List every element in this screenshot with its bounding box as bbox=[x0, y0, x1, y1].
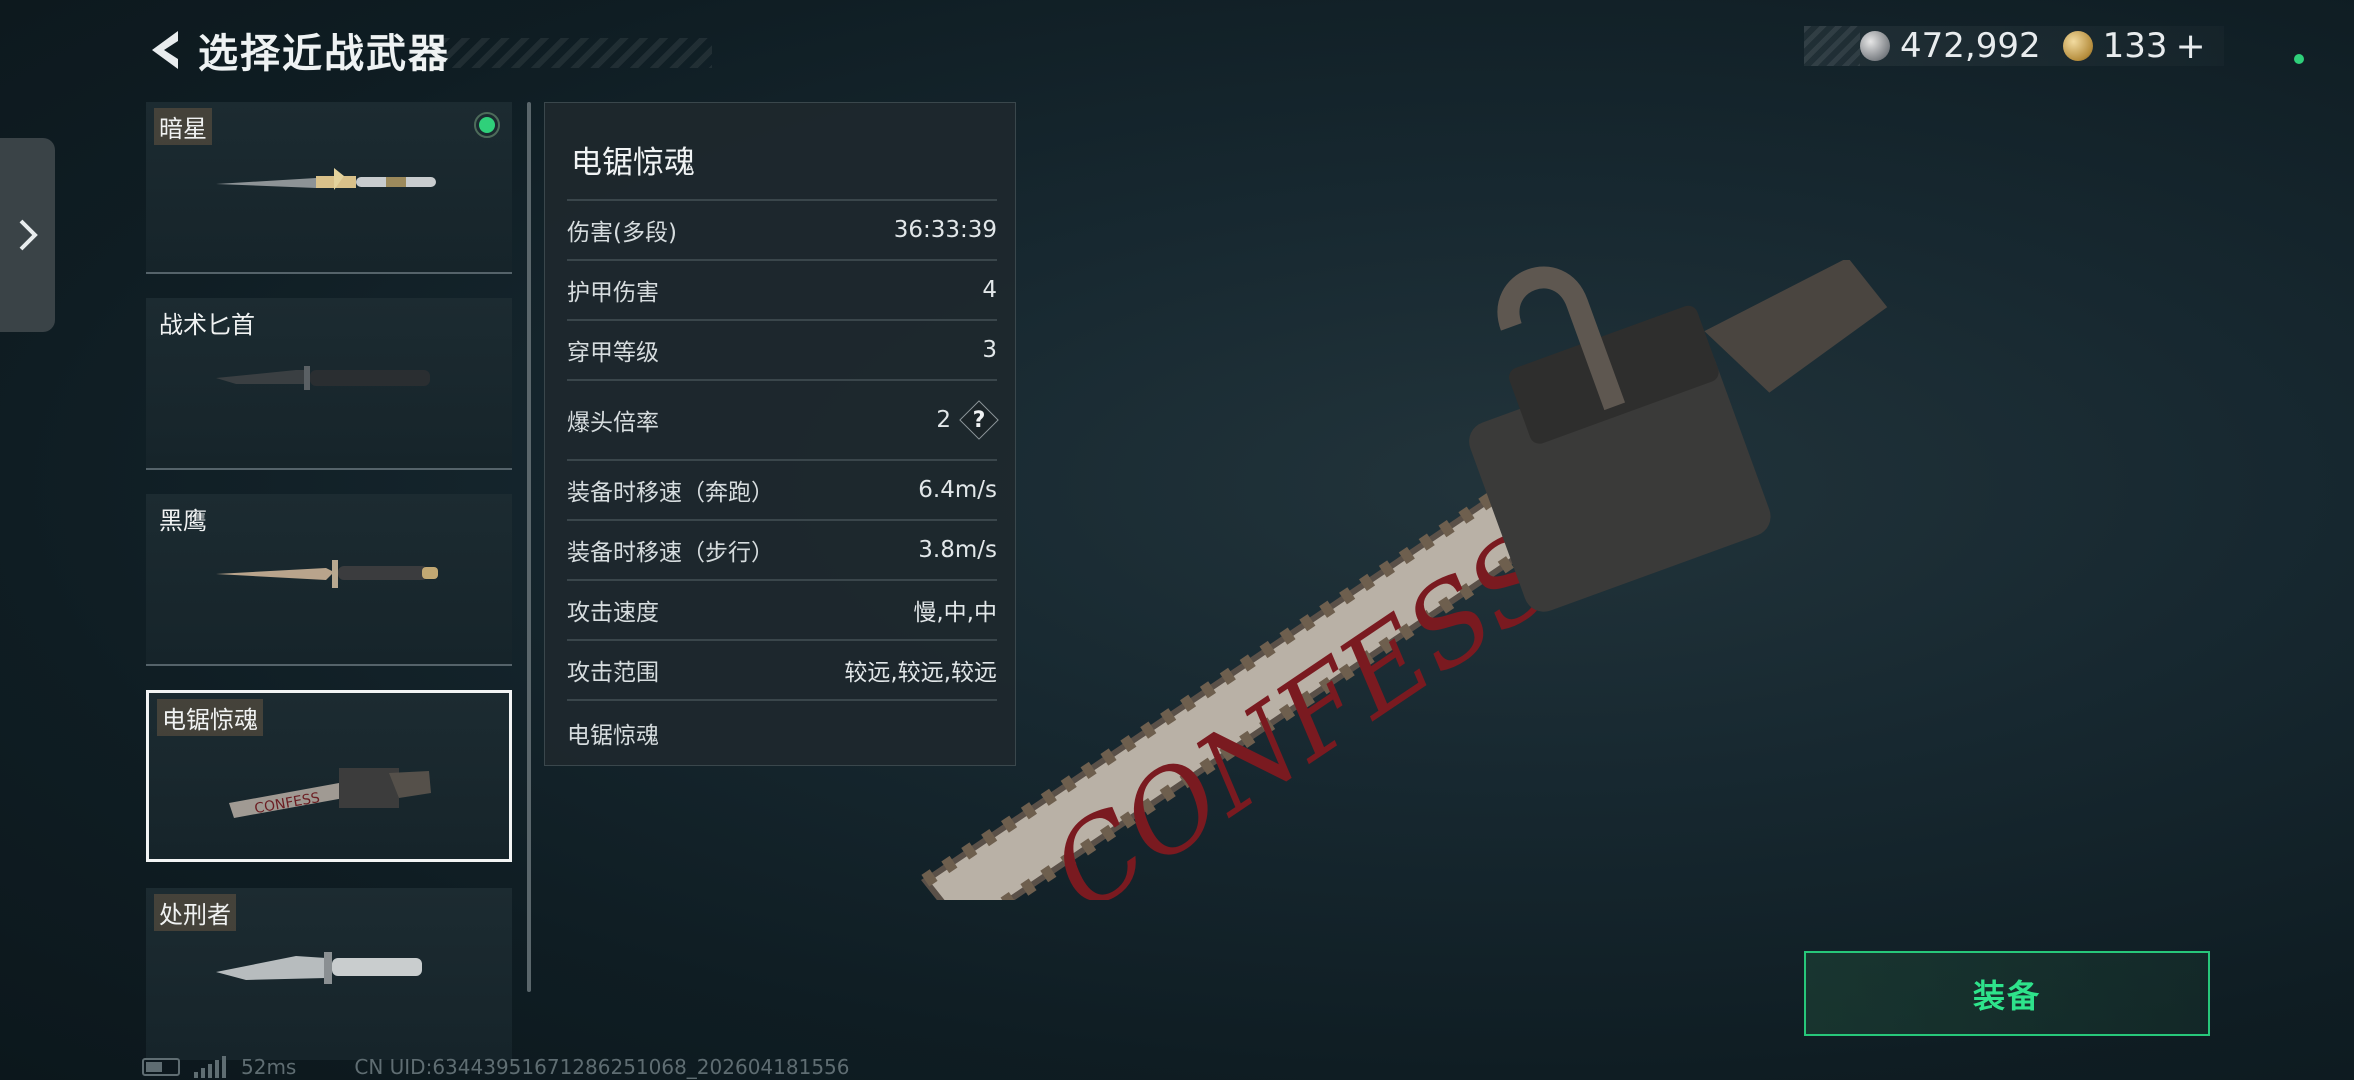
silver-currency-value: 472,992 bbox=[1900, 26, 2041, 66]
currency-decoration bbox=[1804, 26, 1860, 66]
stat-label: 伤害(多段) bbox=[567, 220, 677, 246]
signal-icon bbox=[194, 1056, 229, 1078]
battery-icon bbox=[142, 1058, 180, 1076]
weapon-card[interactable]: 处刑者 bbox=[146, 888, 512, 1060]
detail-footer-name: 电锯惊魂 bbox=[567, 723, 659, 749]
ping-value: 52ms bbox=[241, 1055, 297, 1079]
side-panel-toggle[interactable] bbox=[0, 138, 55, 332]
weapon-name: 暗星 bbox=[154, 108, 212, 145]
equip-button-label: 装备 bbox=[1972, 976, 2041, 1015]
gold-currency-value: 133 bbox=[2102, 26, 2168, 66]
weapon-card[interactable]: 暗星 bbox=[146, 102, 512, 274]
back-button[interactable] bbox=[142, 25, 186, 75]
chainsaw-render: CONFESS bbox=[920, 260, 1888, 900]
equip-button[interactable]: 装备 bbox=[1804, 951, 2210, 1036]
weapon-name: 战术匕首 bbox=[159, 311, 255, 339]
back-arrow-icon bbox=[152, 31, 178, 69]
title-decoration bbox=[442, 38, 712, 68]
chevron-right-icon bbox=[19, 219, 38, 251]
weapon-name: 处刑者 bbox=[154, 894, 236, 931]
weapon-name: 黑鹰 bbox=[159, 507, 207, 535]
tactical-knife-icon bbox=[216, 366, 430, 390]
stat-label: 护甲伤害 bbox=[567, 280, 659, 306]
weapon-card-selected[interactable]: 电锯惊魂 CONFESS bbox=[146, 690, 512, 862]
stat-label: 爆头倍率 bbox=[567, 410, 659, 436]
svg-text:CONFESS: CONFESS bbox=[1029, 508, 1578, 900]
stat-value: 36:33:39 bbox=[893, 217, 997, 243]
status-indicator bbox=[2294, 54, 2304, 64]
executioner-knife-icon bbox=[216, 952, 422, 984]
weapon-name: 电锯惊魂 bbox=[157, 699, 263, 736]
stat-label: 攻击速度 bbox=[567, 600, 659, 626]
page-header: 选择近战武器 bbox=[142, 22, 712, 78]
stat-label: 攻击范围 bbox=[567, 660, 659, 686]
uid-text: CN UID:63443951671286251068_202604181556 bbox=[354, 1055, 850, 1079]
dagger-icon bbox=[216, 168, 436, 190]
silver-coin-icon bbox=[1860, 31, 1890, 61]
chainsaw-icon: CONFESS bbox=[229, 768, 431, 818]
weapon-card[interactable]: 战术匕首 bbox=[146, 298, 512, 470]
footer-status: 52ms CN UID:63443951671286251068_2026041… bbox=[142, 1054, 850, 1080]
stat-row: 伤害(多段) 36:33:39 bbox=[567, 199, 997, 259]
weapon-card[interactable]: 黑鹰 bbox=[146, 494, 512, 666]
currency-bar: 472,992 133 + bbox=[1804, 26, 2224, 67]
stat-label: 装备时移速（步行） bbox=[567, 540, 774, 566]
bowie-knife-icon bbox=[216, 560, 438, 588]
add-currency-button[interactable]: + bbox=[2176, 26, 2206, 67]
detail-title: 电锯惊魂 bbox=[571, 145, 695, 181]
stat-label: 穿甲等级 bbox=[567, 340, 659, 366]
equipped-indicator bbox=[474, 112, 500, 138]
page-title: 选择近战武器 bbox=[198, 31, 450, 77]
gold-coin-icon bbox=[2062, 31, 2093, 61]
stat-label: 装备时移速（奔跑） bbox=[567, 480, 774, 506]
list-scrollbar[interactable] bbox=[527, 102, 531, 992]
